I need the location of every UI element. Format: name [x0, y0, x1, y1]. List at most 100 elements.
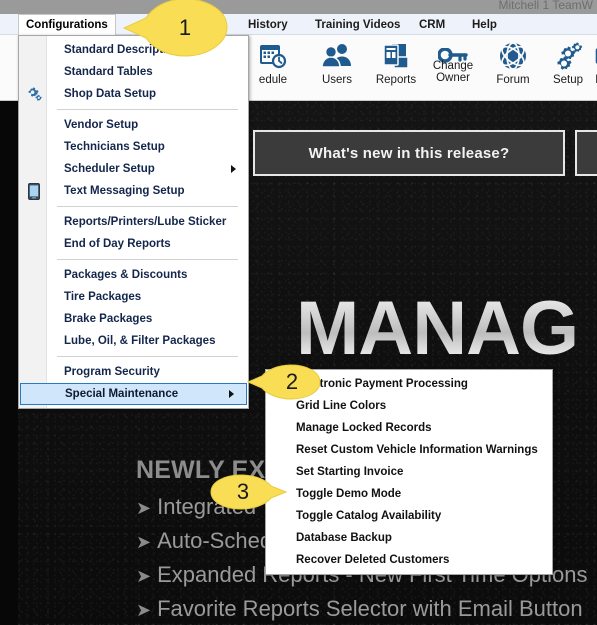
toolbar-button-label: Users — [321, 74, 353, 86]
submenu-item-label: Set Starting Invoice — [296, 466, 404, 478]
menu-item-technicians-setup[interactable]: Technicians Setup — [19, 136, 248, 158]
menu-item-label: Standard Tables — [64, 66, 153, 78]
submenu-item-label: Database Backup — [296, 532, 392, 544]
menu-item-label: Brake Packages — [64, 313, 153, 325]
callout-1: 1 — [122, 0, 232, 59]
users-icon — [321, 38, 353, 74]
menubar-item-help[interactable]: Help — [465, 14, 504, 35]
gear-icon — [25, 86, 42, 103]
menu-separator — [57, 109, 238, 110]
configurations-dropdown-menu[interactable]: Standard Descriptions Standard Tables Shop… — [18, 35, 249, 409]
menu-item-brake-packages[interactable]: Brake Packages — [19, 308, 248, 330]
bullet-arrow-icon: ➤ — [136, 498, 152, 518]
calendar-clock-icon — [258, 38, 288, 74]
menubar-item-configurations[interactable]: Configurations — [18, 14, 116, 35]
submenu-arrow-icon — [231, 165, 236, 173]
menu-item-label: Packages & Discounts — [64, 269, 188, 281]
submenu-item-label: Toggle Catalog Availability — [296, 510, 442, 522]
toolbar-button-users[interactable]: Users — [307, 38, 367, 98]
reports-icon — [382, 38, 410, 74]
menu-item-scheduler-setup[interactable]: Scheduler Setup — [19, 158, 248, 180]
whats-new-button[interactable]: What's new in this release? — [253, 130, 565, 176]
menu-bar: ConfigurationsentoryHistoryTraining Vide… — [0, 14, 597, 35]
menu-item-label: Program Security — [64, 366, 160, 378]
menubar-item-label: CRM — [419, 18, 446, 31]
submenu-item-manage-locked-records[interactable]: Manage Locked Records — [266, 417, 552, 439]
menu-item-text-messaging-setup[interactable]: Text Messaging Setup — [19, 180, 248, 202]
submenu-item-recover-deleted-customers[interactable]: Recover Deleted Customers — [266, 549, 552, 571]
submenu-item-label: Manage Locked Records — [296, 422, 432, 434]
desktop-left-strip — [0, 101, 18, 625]
toolbar-button-label: Reports — [375, 74, 417, 86]
submenu-item-toggle-demo-mode[interactable]: Toggle Demo Mode — [266, 483, 552, 505]
menu-item-label: Text Messaging Setup — [64, 185, 185, 197]
application-window: Mitchell 1 TeamW ConfigurationsentoryHis… — [0, 0, 597, 625]
menu-separator — [57, 259, 238, 260]
menubar-item-crm[interactable]: CRM — [412, 14, 452, 35]
submenu-item-set-starting-invoice[interactable]: Set Starting Invoice — [266, 461, 552, 483]
menu-item-label: Vendor Setup — [64, 119, 139, 131]
toolbar-button-forum[interactable]: Forum — [483, 38, 543, 98]
callout-number: 3 — [236, 479, 250, 504]
bullet-arrow-icon: ➤ — [136, 532, 152, 552]
menu-item-label: Reports/Printers/Lube Sticker — [64, 216, 227, 228]
whats-new-label: What's new in this release? — [308, 144, 510, 162]
submenu-item-label: Grid Line Colors — [296, 400, 387, 412]
menu-item-standard-tables[interactable]: Standard Tables — [19, 61, 248, 83]
menu-item-label: Shop Data Setup — [64, 88, 157, 100]
menu-item-vendor-setup[interactable]: Vendor Setup — [19, 114, 248, 136]
menu-item-special-maintenance[interactable]: Special Maintenance — [20, 383, 247, 405]
menu-item-label: Scheduler Setup — [64, 163, 155, 175]
menu-item-label: Special Maintenance — [65, 388, 179, 400]
submenu-item-label: Toggle Demo Mode — [296, 488, 402, 500]
menubar-item-label: History — [248, 18, 288, 31]
menubar-item-label: Training Videos — [315, 18, 401, 31]
toolbar-button-label: Forum — [496, 74, 530, 86]
menu-item-end-of-day-reports[interactable]: End of Day Reports — [19, 233, 248, 255]
window-title: Mitchell 1 TeamW — [498, 0, 593, 12]
submenu-item-label: Reset Custom Vehicle Information Warning… — [296, 444, 538, 456]
phone-icon — [25, 183, 42, 200]
menu-item-label: Lube, Oil, & Filter Packages — [64, 335, 216, 347]
menu-item-reports-printers-lube-sticker[interactable]: Reports/Printers/Lube Sticker — [19, 211, 248, 233]
callout-2: 2 — [247, 363, 323, 401]
menubar-item-label: Help — [472, 18, 497, 31]
submenu-item-reset-custom-vehicle-information-warnings[interactable]: Reset Custom Vehicle Information Warning… — [266, 439, 552, 461]
menubar-item-training-videos[interactable]: Training Videos — [308, 14, 407, 35]
feature-item: ➤ Favorite Reports Selector with Email Bu… — [136, 596, 583, 622]
submenu-item-database-backup[interactable]: Database Backup — [266, 527, 552, 549]
feature-label: Favorite Reports Selector with Email But… — [157, 596, 583, 621]
secondary-release-button[interactable]: C — [575, 130, 597, 176]
menu-separator — [57, 206, 238, 207]
toolbar-button-label: edule — [258, 74, 288, 86]
feature-label: Auto-Sched — [157, 528, 273, 553]
menu-item-program-security[interactable]: Program Security — [19, 361, 248, 383]
menu-item-label: Tire Packages — [64, 291, 142, 303]
toolbar-button-change[interactable]: Change Owner — [423, 38, 483, 98]
menu-item-packages-discounts[interactable]: Packages & Discounts — [19, 264, 248, 286]
bullet-arrow-icon: ➤ — [136, 566, 152, 586]
menu-item-label: End of Day Reports — [64, 238, 171, 250]
submenu-item-label: Recover Deleted Customers — [296, 554, 450, 566]
toolbar-button-label: Setup — [552, 74, 584, 86]
callout-3: 3 — [207, 473, 289, 511]
feature-item: ➤ Auto-Sched — [136, 528, 272, 554]
toolbar-button-label: Change — [432, 60, 474, 72]
menu-item-lube-oil-filter-packages[interactable]: Lube, Oil, & Filter Packages — [19, 330, 248, 352]
callout-number: 1 — [178, 15, 192, 40]
menu-item-tire-packages[interactable]: Tire Packages — [19, 286, 248, 308]
title-bar: Mitchell 1 TeamW — [0, 0, 597, 14]
toolbar-button-how-t[interactable]: ?How t — [580, 38, 597, 98]
globe-icon — [498, 38, 528, 74]
bullet-arrow-icon: ➤ — [136, 600, 152, 620]
toolbar-button-reports[interactable]: Reports — [366, 38, 426, 98]
submenu-item-toggle-catalog-availability[interactable]: Toggle Catalog Availability — [266, 505, 552, 527]
menubar-item-history[interactable]: History — [241, 14, 295, 35]
toolbar-button-edule[interactable]: edule — [243, 38, 303, 98]
menu-separator — [57, 356, 238, 357]
menubar-item-label: Configurations — [26, 19, 108, 31]
toolbar-button-label-line2: Owner — [436, 72, 470, 84]
menu-item-label: Technicians Setup — [64, 141, 165, 153]
callout-number: 2 — [285, 369, 299, 394]
menu-item-shop-data-setup[interactable]: Shop Data Setup — [19, 83, 248, 105]
